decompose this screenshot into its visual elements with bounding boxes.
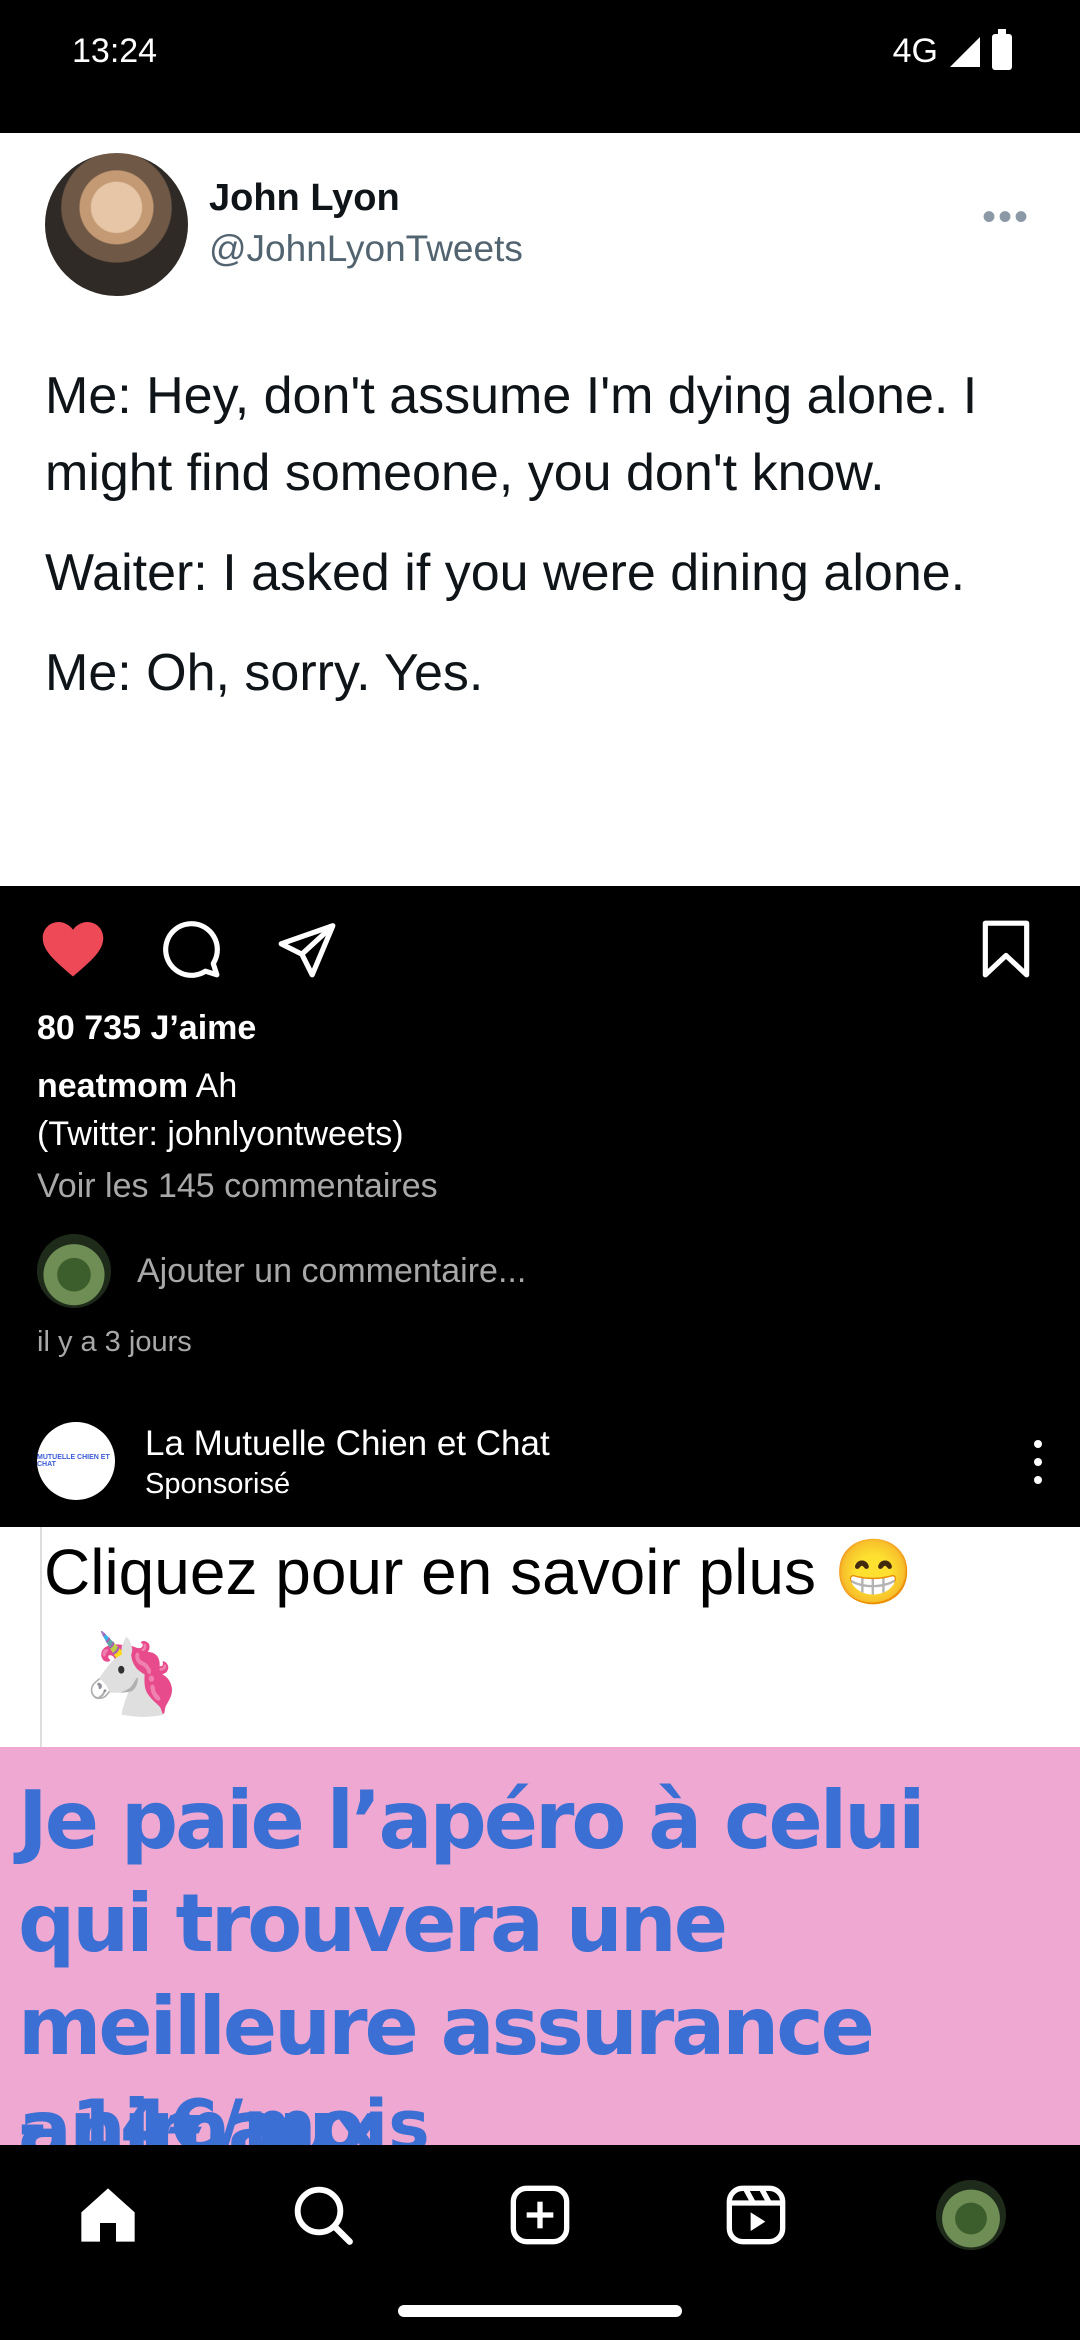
sponsor-name[interactable]: La Mutuelle Chien et Chat bbox=[145, 1424, 550, 1464]
ad-image[interactable]: Cliquez pour en savoir plus 😁 🦄 Je paie … bbox=[0, 1527, 1080, 2145]
ad-cta-text: Cliquez pour en savoir plus 😁 bbox=[44, 1536, 914, 1608]
likes-count[interactable]: 80 735 J’aime bbox=[37, 1009, 256, 1048]
ad-price: - 14€/mois bbox=[18, 2085, 430, 2145]
post-caption: neatmom Ah (Twitter: johnlyontweets) bbox=[37, 1062, 1037, 1158]
sponsored-label: Sponsorisé bbox=[145, 1468, 291, 1500]
bookmark-icon[interactable] bbox=[973, 918, 1039, 980]
more-options-icon[interactable] bbox=[1026, 1432, 1050, 1492]
home-icon[interactable] bbox=[73, 2180, 143, 2250]
caption-username[interactable]: neatmom bbox=[37, 1067, 188, 1105]
ad-divider bbox=[40, 1527, 42, 1747]
share-icon[interactable] bbox=[274, 918, 340, 980]
caption-line2: (Twitter: johnlyontweets) bbox=[37, 1115, 404, 1153]
post-timestamp: il y a 3 jours bbox=[37, 1326, 192, 1358]
heart-icon[interactable] bbox=[40, 918, 106, 980]
caption-text: Ah bbox=[195, 1067, 238, 1105]
tweet-line: Waiter: I asked if you were dining alone… bbox=[45, 544, 966, 602]
comment-icon[interactable] bbox=[158, 918, 224, 980]
tweet-avatar bbox=[45, 153, 188, 296]
profile-avatar[interactable] bbox=[936, 2180, 1006, 2250]
search-icon[interactable] bbox=[288, 2180, 358, 2250]
status-icons: 4G bbox=[892, 28, 1012, 71]
bottom-nav bbox=[0, 2145, 1080, 2340]
tweet-more-icon: ••• bbox=[981, 195, 1030, 239]
tweet-line: Me: Oh, sorry. Yes. bbox=[45, 644, 484, 702]
home-indicator[interactable] bbox=[398, 2305, 682, 2317]
tweet-text: Me: Hey, don't assume I'm dying alone. I… bbox=[45, 358, 1055, 735]
reels-icon[interactable] bbox=[721, 2180, 791, 2250]
status-bar: 13:24 4G bbox=[0, 0, 1080, 108]
comment-input[interactable]: Ajouter un commentaire... bbox=[137, 1252, 526, 1291]
add-comment-row[interactable]: Ajouter un commentaire... bbox=[37, 1234, 1037, 1308]
tweet-author-handle: @JohnLyonTweets bbox=[209, 228, 523, 269]
post-image[interactable]: John Lyon @JohnLyonTweets ••• Me: Hey, d… bbox=[0, 133, 1080, 886]
view-comments-link[interactable]: Voir les 145 commentaires bbox=[37, 1167, 438, 1206]
sponsor-logo[interactable]: MUTUELLE CHIEN ET CHAT bbox=[37, 1422, 115, 1500]
tweet-line: Me: Hey, don't assume I'm dying alone. I… bbox=[45, 367, 978, 502]
avatar bbox=[37, 1234, 111, 1308]
ad-banner: Je paie l’apéro à celui qui trouvera une… bbox=[0, 1747, 1080, 2145]
signal-icon bbox=[950, 36, 980, 67]
unicorn-icon: 🦄 bbox=[82, 1629, 182, 1718]
avatar bbox=[936, 2180, 1006, 2250]
sponsored-header: MUTUELLE CHIEN ET CHAT La Mutuelle Chien… bbox=[0, 1420, 1080, 1520]
battery-icon bbox=[992, 28, 1012, 70]
network-label: 4G bbox=[892, 32, 938, 70]
create-icon[interactable] bbox=[505, 2180, 575, 2250]
status-time: 13:24 bbox=[72, 32, 158, 70]
tweet-author-name: John Lyon bbox=[209, 177, 400, 219]
post-actions bbox=[0, 900, 1080, 994]
sponsor-logo-text: MUTUELLE CHIEN ET CHAT bbox=[37, 1454, 110, 1468]
